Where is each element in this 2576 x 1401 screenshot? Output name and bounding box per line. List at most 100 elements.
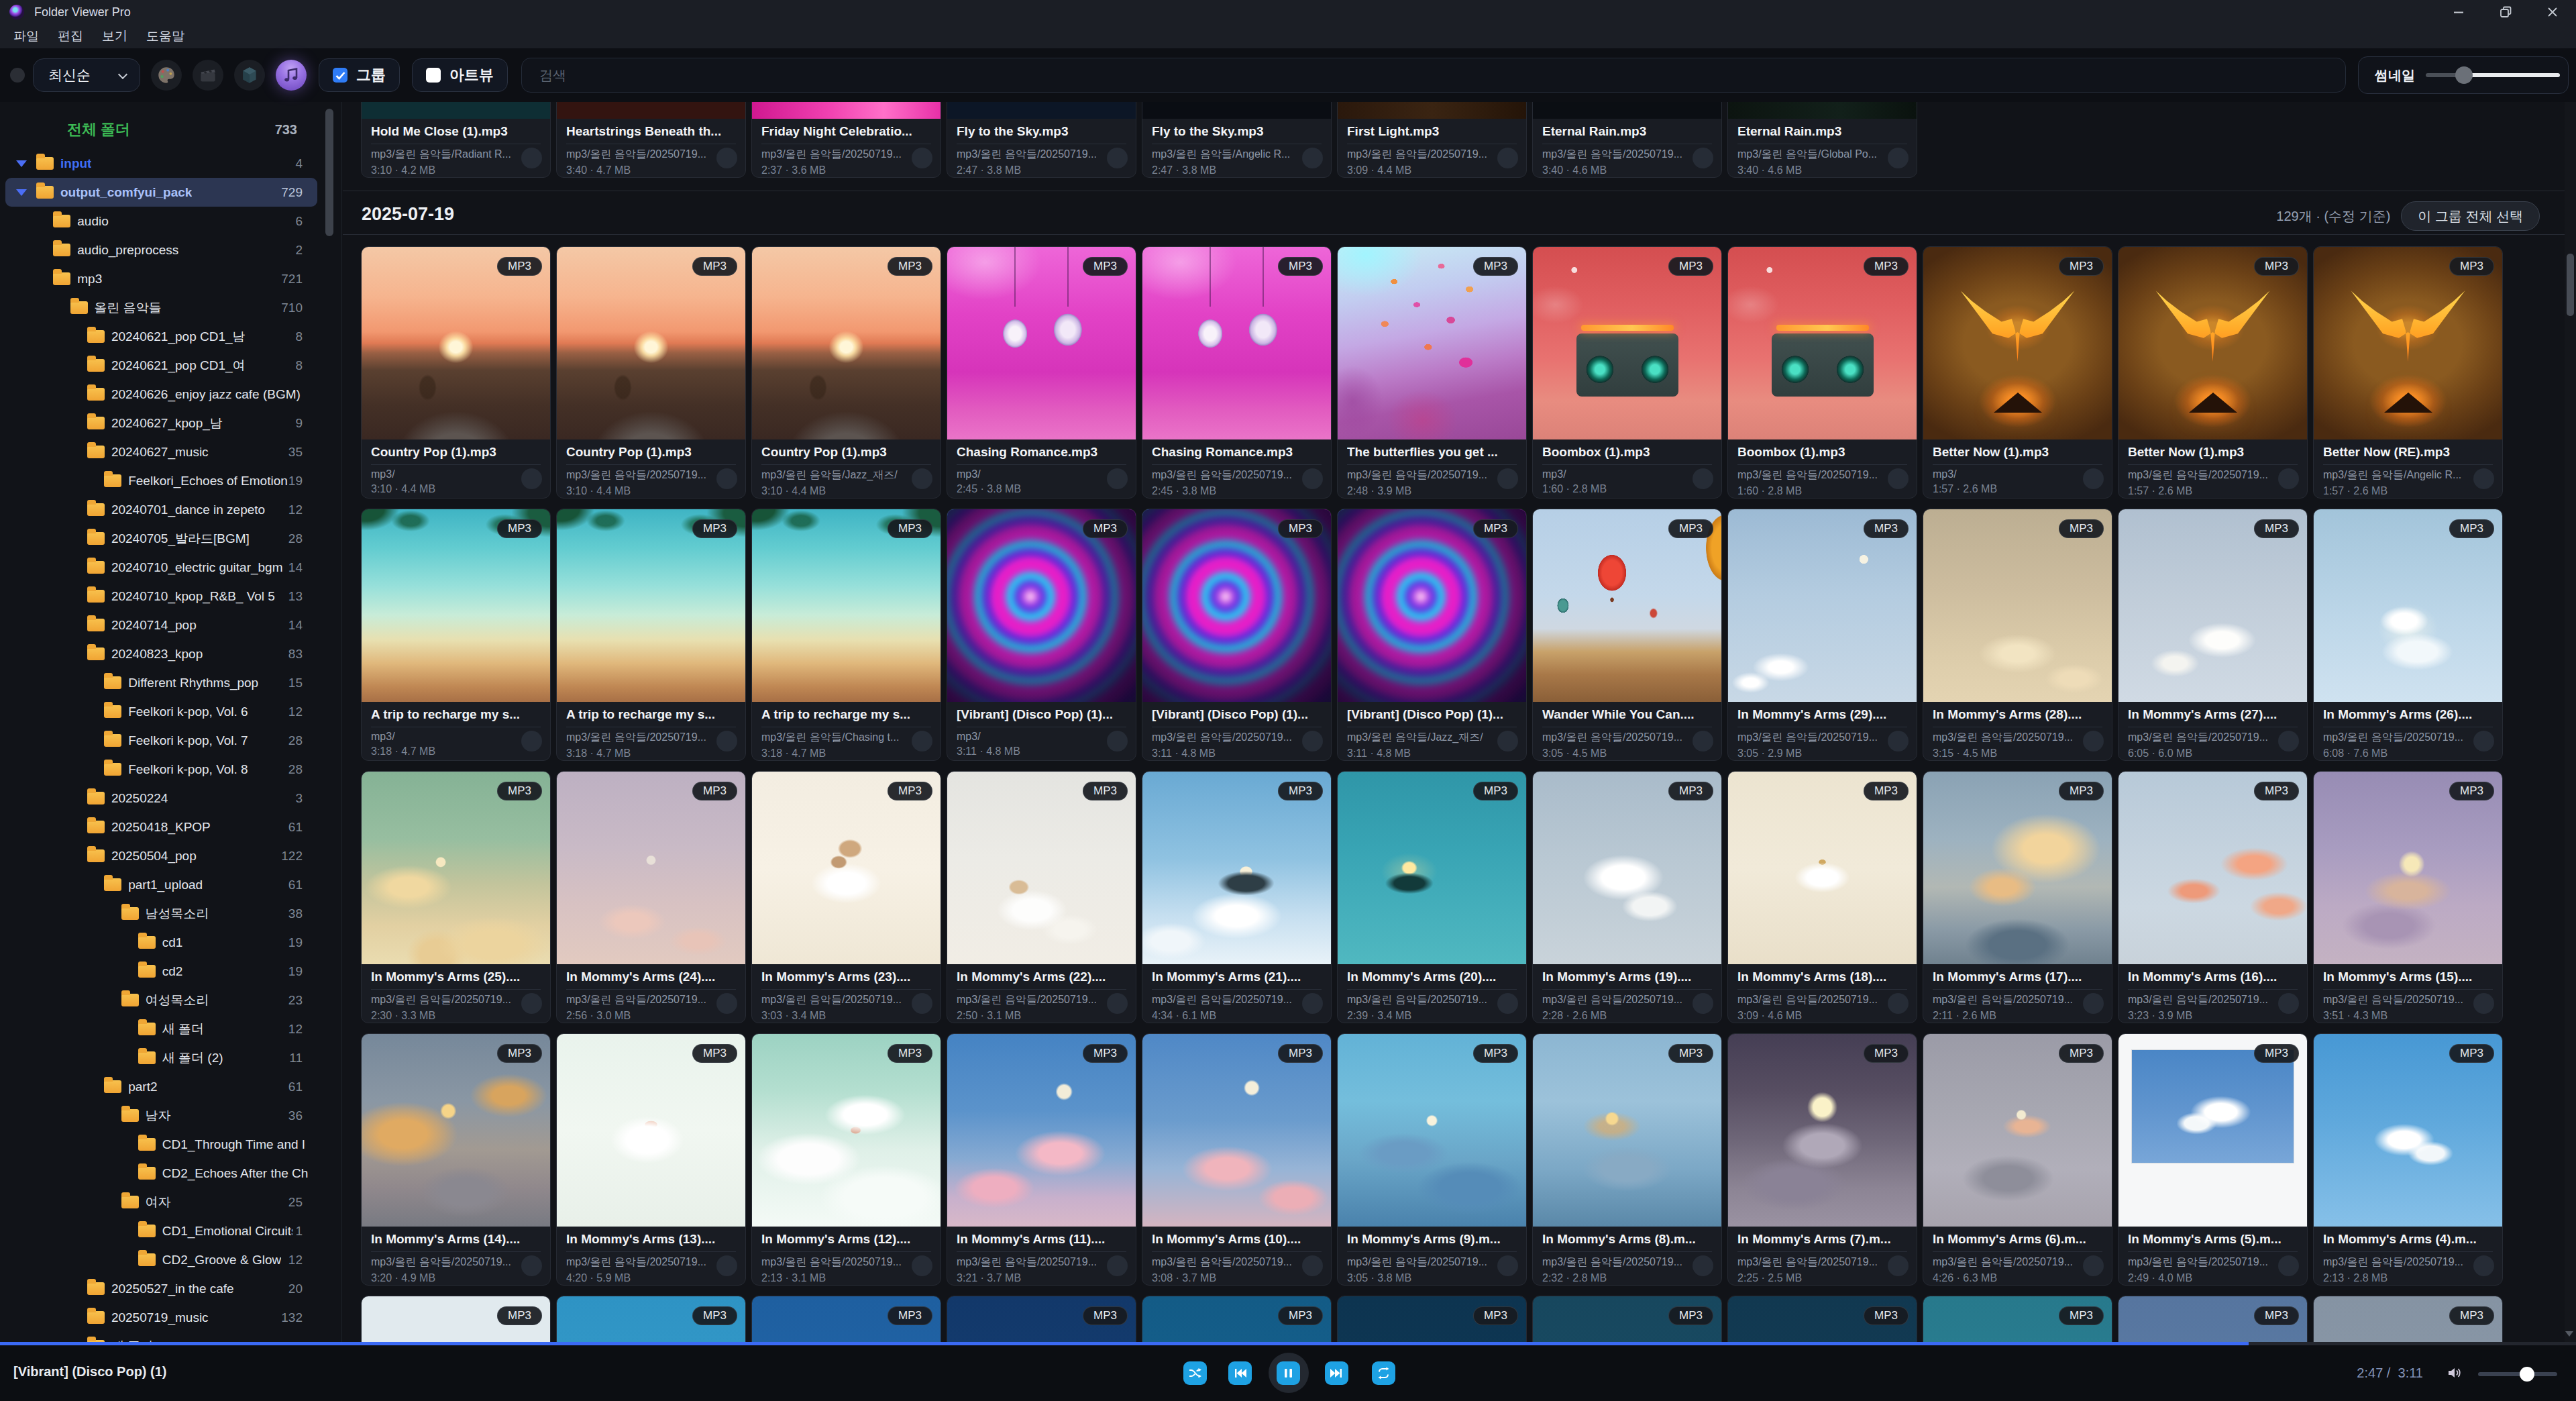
select-circle[interactable] (1888, 993, 1909, 1014)
select-circle[interactable] (1302, 731, 1323, 751)
select-circle[interactable] (1107, 468, 1128, 489)
file-card[interactable]: MP3In Mommy's Arms (6).m...mp3/올린 음악들/20… (1923, 1033, 2112, 1286)
search-input[interactable]: 검색 (521, 58, 2346, 93)
folder-item[interactable]: 20240627_music35 (5, 437, 317, 466)
file-card[interactable]: MP3Country Pop (1).mp3mp3/3:10 · 4.4 MB (361, 246, 551, 499)
artview-toggle[interactable]: 아트뷰 (412, 58, 508, 92)
file-card[interactable]: MP3Wander While You Can....mp3/올린 음악들/20… (1532, 509, 1722, 761)
artview-checkbox[interactable] (426, 68, 441, 83)
sidebar-header[interactable]: 전체 폴더 733 (5, 113, 317, 146)
folder-item[interactable]: Feelkori k-pop, Vol. 728 (5, 726, 317, 755)
file-card[interactable]: MP3In Mommy's Arms (26)....mp3/올린 음악들/20… (2313, 509, 2503, 761)
video-filter-button[interactable] (193, 60, 223, 91)
select-circle[interactable] (716, 993, 737, 1014)
select-circle[interactable] (1497, 468, 1518, 489)
select-circle[interactable] (1693, 731, 1713, 751)
select-circle[interactable] (1693, 1255, 1713, 1276)
folder-item[interactable]: 20240626_enjoy jazz cafe (BGM) (5, 380, 317, 409)
file-card[interactable]: MP3Hold Me Close (1).mp3mp3/올린 음악들/Radia… (361, 102, 551, 178)
folder-item[interactable]: 20250527_in the cafe20 (5, 1274, 317, 1303)
folder-item[interactable]: 20250719_music132 (5, 1303, 317, 1332)
file-card[interactable]: MP3The butterflies you get ...mp3/올린 음악들… (1337, 246, 1527, 499)
folder-item[interactable]: Different Rhythms_pop15 (5, 668, 317, 697)
file-card[interactable]: MP3In Mommy's Arms (20)....mp3/올린 음악들/20… (1337, 771, 1527, 1023)
file-card[interactable]: MP3 (947, 1296, 1136, 1342)
select-circle[interactable] (1497, 148, 1518, 168)
select-circle[interactable] (1497, 1255, 1518, 1276)
file-card[interactable]: MP3In Mommy's Arms (4).m...mp3/올린 음악들/20… (2313, 1033, 2503, 1286)
select-circle[interactable] (912, 1255, 932, 1276)
previous-button[interactable] (1228, 1361, 1252, 1385)
music-filter-button[interactable] (276, 60, 307, 91)
file-card[interactable]: MP3In Mommy's Arms (13)....mp3/올린 음악들/20… (556, 1033, 746, 1286)
file-card[interactable]: MP3Friday Night Celebratio...mp3/올린 음악들/… (751, 102, 941, 178)
file-card[interactable]: MP3In Mommy's Arms (23)....mp3/올린 음악들/20… (751, 771, 941, 1023)
select-circle[interactable] (1888, 1255, 1909, 1276)
3d-filter-button[interactable] (234, 60, 265, 91)
file-card[interactable]: MP3Better Now (RE).mp3mp3/올린 음악들/Angelic… (2313, 246, 2503, 499)
file-card[interactable]: MP3In Mommy's Arms (25)....mp3/올린 음악들/20… (361, 771, 551, 1023)
select-circle[interactable] (2278, 1255, 2299, 1276)
file-card[interactable]: MP3In Mommy's Arms (24)....mp3/올린 음악들/20… (556, 771, 746, 1023)
select-circle[interactable] (1888, 148, 1909, 168)
file-card[interactable]: MP3In Mommy's Arms (28)....mp3/올린 음악들/20… (1923, 509, 2112, 761)
volume-slider[interactable] (2478, 1372, 2557, 1376)
select-circle[interactable] (1107, 148, 1128, 168)
folder-item[interactable]: CD2_Groove & Glow12 (5, 1245, 317, 1274)
file-card[interactable]: MP3Better Now (1).mp3mp3/올린 음악들/20250719… (2118, 246, 2308, 499)
select-circle[interactable] (716, 731, 737, 751)
expand-arrow-icon[interactable] (16, 189, 27, 196)
file-card[interactable]: MP3 (2313, 1296, 2503, 1342)
group-checkbox-checked[interactable] (333, 68, 347, 83)
file-card[interactable]: MP3 (1142, 1296, 1332, 1342)
select-circle[interactable] (2083, 1255, 2104, 1276)
folder-item[interactable]: CD1_Emotional Circuits1 (5, 1216, 317, 1245)
scrollbar-down-arrow[interactable] (2565, 1331, 2573, 1337)
folder-item[interactable]: output_comfyui_pack729 (5, 178, 317, 207)
select-circle[interactable] (2473, 468, 2494, 489)
select-circle[interactable] (2278, 468, 2299, 489)
file-card[interactable]: MP3A trip to recharge my s...mp3/올린 음악들/… (556, 509, 746, 761)
file-card[interactable]: MP3 (2118, 1296, 2308, 1342)
folder-item[interactable]: 20240714_pop14 (5, 611, 317, 639)
expand-arrow-icon[interactable] (16, 160, 27, 167)
folder-item[interactable]: 202502243 (5, 784, 317, 813)
select-circle[interactable] (1497, 993, 1518, 1014)
file-card[interactable]: MP3Country Pop (1).mp3mp3/올린 음악들/2025071… (556, 246, 746, 499)
file-card[interactable]: MP3In Mommy's Arms (21)....mp3/올린 음악들/20… (1142, 771, 1332, 1023)
folder-item[interactable]: 여성목소리23 (5, 986, 317, 1015)
folder-item[interactable]: Feelkori k-pop, Vol. 612 (5, 697, 317, 726)
folder-item[interactable]: 20240710_kpop_R&B_ Vol 513 (5, 582, 317, 611)
file-card[interactable]: MP3Heartstrings Beneath th...mp3/올린 음악들/… (556, 102, 746, 178)
menu-item-3[interactable]: 도움말 (137, 28, 194, 45)
folder-item[interactable]: CD1_Through Time and I (5, 1130, 317, 1159)
file-card[interactable]: MP3In Mommy's Arms (18)....mp3/올린 음악들/20… (1727, 771, 1917, 1023)
select-circle[interactable] (2473, 1255, 2494, 1276)
menu-item-0[interactable]: 파일 (4, 28, 48, 45)
file-card[interactable]: MP3In Mommy's Arms (22)....mp3/올린 음악들/20… (947, 771, 1136, 1023)
select-circle[interactable] (1888, 468, 1909, 489)
folder-item[interactable]: 새 폴더12 (5, 1015, 317, 1043)
sort-dropdown[interactable]: 최신순 (33, 58, 140, 92)
file-card[interactable]: MP3Boombox (1).mp3mp3/1:60 · 2.8 MB (1532, 246, 1722, 499)
file-card[interactable]: MP3In Mommy's Arms (5).m...mp3/올린 음악들/20… (2118, 1033, 2308, 1286)
file-card[interactable]: MP3In Mommy's Arms (29)....mp3/올린 음악들/20… (1727, 509, 1917, 761)
menu-item-1[interactable]: 편집 (48, 28, 93, 45)
file-card[interactable]: MP3In Mommy's Arms (15)....mp3/올린 음악들/20… (2313, 771, 2503, 1023)
select-circle[interactable] (1302, 993, 1323, 1014)
folder-item[interactable]: 20250504_pop122 (5, 841, 317, 870)
folder-item[interactable]: 새 폴더 (5, 1332, 317, 1342)
slider-knob[interactable] (2455, 66, 2473, 84)
folder-item[interactable]: audio_preprocess2 (5, 236, 317, 264)
file-card[interactable]: MP3In Mommy's Arms (19)....mp3/올린 음악들/20… (1532, 771, 1722, 1023)
select-circle[interactable] (1302, 468, 1323, 489)
folder-item[interactable]: 남자36 (5, 1101, 317, 1130)
select-circle[interactable] (716, 468, 737, 489)
folder-item[interactable]: part261 (5, 1072, 317, 1101)
repeat-button[interactable] (1372, 1361, 1395, 1385)
folder-item[interactable]: audio6 (5, 207, 317, 236)
file-card[interactable]: MP3 (1532, 1296, 1722, 1342)
minimize-button[interactable] (2435, 0, 2482, 24)
group-toggle[interactable]: 그룹 (319, 58, 400, 92)
folder-item[interactable]: 20240627_kpop_남9 (5, 409, 317, 437)
